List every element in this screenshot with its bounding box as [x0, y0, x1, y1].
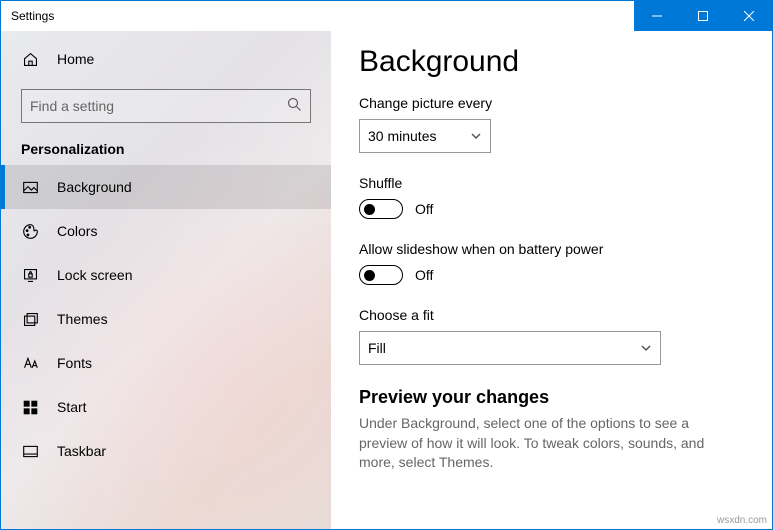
preview-body: Under Background, select one of the opti… — [359, 414, 719, 473]
change-picture-group: Change picture every 30 minutes — [359, 95, 744, 153]
shuffle-label: Shuffle — [359, 175, 744, 191]
search-wrap — [1, 81, 331, 131]
change-picture-value: 30 minutes — [368, 128, 436, 144]
settings-window: Settings Home — [0, 0, 773, 530]
toggle-knob — [364, 204, 375, 215]
titlebar: Settings — [1, 1, 772, 31]
toggle-knob — [364, 270, 375, 281]
fonts-icon — [21, 354, 39, 372]
battery-toggle[interactable] — [359, 265, 403, 285]
themes-icon — [21, 310, 39, 328]
battery-group: Allow slideshow when on battery power Of… — [359, 241, 744, 285]
taskbar-icon — [21, 442, 39, 460]
main-content: Background Change picture every 30 minut… — [331, 31, 772, 529]
nav-home[interactable]: Home — [1, 37, 331, 81]
window-title: Settings — [1, 9, 54, 23]
shuffle-toggle[interactable] — [359, 199, 403, 219]
battery-label: Allow slideshow when on battery power — [359, 241, 744, 257]
search-icon — [287, 97, 302, 115]
battery-state: Off — [415, 267, 433, 283]
fit-value: Fill — [368, 340, 386, 356]
sidebar-item-label: Taskbar — [57, 443, 106, 459]
fit-label: Choose a fit — [359, 307, 744, 323]
sidebar-item-fonts[interactable]: Fonts — [1, 341, 331, 385]
watermark: wsxdn.com — [717, 515, 767, 526]
sidebar-item-background[interactable]: Background — [1, 165, 331, 209]
shuffle-state: Off — [415, 201, 433, 217]
sidebar-item-label: Start — [57, 399, 87, 415]
start-icon — [21, 398, 39, 416]
maximize-button[interactable] — [680, 1, 726, 31]
sidebar-item-label: Background — [57, 179, 132, 195]
sidebar-item-label: Themes — [57, 311, 108, 327]
home-icon — [21, 50, 39, 68]
fit-select[interactable]: Fill — [359, 331, 661, 365]
page-heading: Background — [359, 45, 744, 79]
lock-screen-icon — [21, 266, 39, 284]
search-input[interactable] — [30, 98, 287, 114]
sidebar-item-label: Colors — [57, 223, 97, 239]
picture-icon — [21, 178, 39, 196]
sidebar-item-start[interactable]: Start — [1, 385, 331, 429]
minimize-button[interactable] — [634, 1, 680, 31]
preview-group: Preview your changes Under Background, s… — [359, 387, 744, 473]
sidebar-item-lock-screen[interactable]: Lock screen — [1, 253, 331, 297]
sidebar-item-themes[interactable]: Themes — [1, 297, 331, 341]
sidebar: Home Personalization — [1, 31, 331, 529]
shuffle-group: Shuffle Off — [359, 175, 744, 219]
preview-heading: Preview your changes — [359, 387, 744, 408]
sidebar-item-colors[interactable]: Colors — [1, 209, 331, 253]
sidebar-item-label: Fonts — [57, 355, 92, 371]
change-picture-label: Change picture every — [359, 95, 744, 111]
chevron-down-icon — [640, 342, 652, 354]
window-body: Home Personalization — [1, 31, 772, 529]
change-picture-select[interactable]: 30 minutes — [359, 119, 491, 153]
search-box[interactable] — [21, 89, 311, 123]
section-header: Personalization — [1, 131, 331, 165]
fit-group: Choose a fit Fill — [359, 307, 744, 365]
sidebar-item-taskbar[interactable]: Taskbar — [1, 429, 331, 473]
close-button[interactable] — [726, 1, 772, 31]
sidebar-item-label: Lock screen — [57, 267, 132, 283]
chevron-down-icon — [470, 130, 482, 142]
nav-home-label: Home — [57, 51, 94, 67]
palette-icon — [21, 222, 39, 240]
